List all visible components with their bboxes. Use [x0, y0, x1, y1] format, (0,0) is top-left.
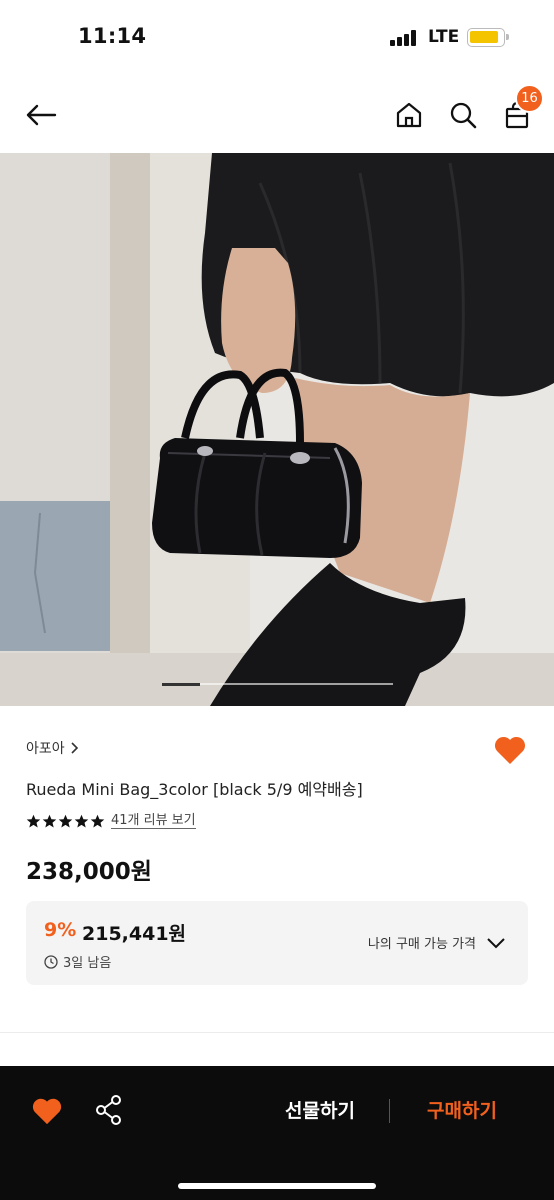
share-icon: [96, 1095, 121, 1125]
discount-price: 215,441원: [82, 923, 187, 945]
home-button[interactable]: [392, 98, 426, 132]
search-icon: [450, 102, 477, 129]
section-divider: [0, 1032, 554, 1033]
bottom-like-button[interactable]: [31, 1096, 63, 1126]
bottom-separator: [389, 1099, 390, 1123]
star-rating: [26, 814, 105, 829]
star-icon: [90, 814, 105, 827]
brand-link[interactable]: 아포아: [26, 738, 79, 758]
arrow-left-icon: [26, 104, 57, 126]
star-icon: [58, 814, 73, 827]
heart-icon: [32, 1098, 62, 1125]
time-left-text: 3일 남음: [63, 956, 112, 971]
bottom-action-bar: 선물하기 구매하기: [0, 1066, 554, 1200]
buy-button[interactable]: 구매하기: [408, 1096, 516, 1123]
chevron-right-icon: [71, 742, 78, 754]
discount-box[interactable]: 9% 215,441원 3일 남음 나의 구매 가능 가격: [26, 901, 528, 985]
top-nav-bar: [0, 80, 554, 152]
star-icon: [26, 814, 41, 827]
star-icon: [74, 814, 89, 827]
search-button[interactable]: [446, 98, 480, 132]
like-button[interactable]: [493, 734, 527, 766]
my-price-label: 나의 구매 가능 가격: [367, 937, 476, 952]
product-price: 238,000원: [26, 859, 152, 885]
status-bar: 11:14 LTE: [0, 0, 554, 76]
product-image[interactable]: [0, 153, 554, 706]
product-name: Rueda Mini Bag_3color [black 5/9 예약배송]: [26, 780, 363, 799]
network-type: LTE: [428, 27, 460, 47]
home-icon: [396, 102, 422, 128]
my-price-toggle[interactable]: 나의 구매 가능 가격: [368, 933, 506, 952]
cart-count-badge: 16: [515, 84, 544, 113]
image-slider-indicator: [162, 682, 393, 686]
product-photo: [0, 153, 554, 706]
gift-button[interactable]: 선물하기: [268, 1096, 372, 1123]
slider-active-segment: [162, 682, 200, 686]
home-indicator: [178, 1183, 376, 1189]
rating-row: 41개 리뷰 보기: [26, 813, 196, 829]
chevron-down-icon: [487, 937, 505, 948]
back-button[interactable]: [24, 98, 58, 132]
battery-icon: [467, 28, 509, 47]
brand-name: 아포아: [26, 741, 65, 757]
signal-icon: [390, 30, 420, 46]
star-icon: [42, 814, 57, 827]
heart-icon: [494, 736, 526, 764]
discount-time-left: 3일 남음: [44, 952, 111, 971]
share-button[interactable]: [94, 1094, 124, 1126]
discount-rate: 9%: [44, 919, 77, 941]
status-time: 11:14: [78, 24, 147, 48]
review-link[interactable]: 41개 리뷰 보기: [111, 813, 196, 829]
clock-icon: [44, 954, 58, 969]
